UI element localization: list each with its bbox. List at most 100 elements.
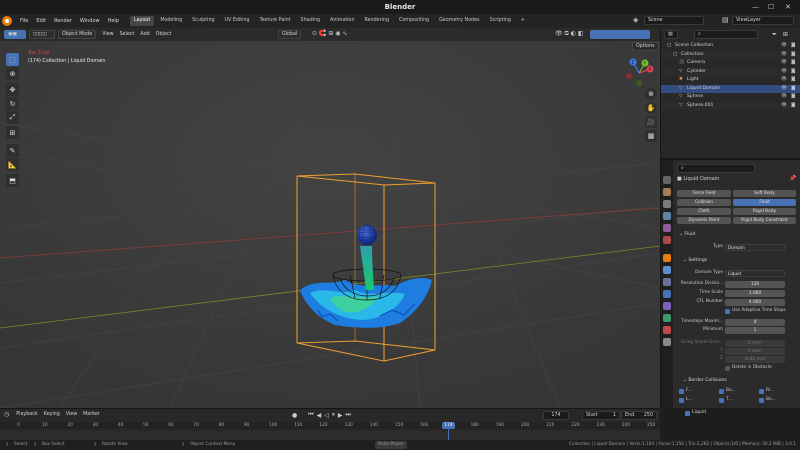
- search-properties-input[interactable]: ⌕: [677, 164, 755, 173]
- fluid-section-header[interactable]: ⌄ Fluid: [679, 232, 695, 237]
- navigation-gizmo[interactable]: X Y Z: [624, 58, 654, 88]
- tab-compositing[interactable]: Compositing: [395, 16, 433, 26]
- current-frame-field[interactable]: 174: [543, 411, 569, 420]
- scene-tab-icon[interactable]: [663, 224, 671, 232]
- timesteps-max-field[interactable]: 4: [725, 319, 785, 326]
- snap-mode-icons[interactable]: ◫◫◫: [29, 30, 55, 39]
- zoom-icon[interactable]: ⊕: [645, 88, 657, 100]
- resolution-field[interactable]: 120: [725, 281, 785, 288]
- cursor-tool-icon[interactable]: ⊕: [6, 67, 19, 80]
- 3d-viewport[interactable]: ▣▣ ◫◫◫ Object Mode View Select Add Objec…: [0, 28, 660, 408]
- scale-tool-icon[interactable]: ⤢: [6, 111, 19, 124]
- menu-file[interactable]: File: [16, 14, 32, 28]
- add-workspace-button[interactable]: +: [517, 16, 529, 26]
- object-mode-dropdown[interactable]: Object Mode: [58, 30, 97, 39]
- domain-type-dropdown[interactable]: Liquid: [725, 270, 785, 277]
- transform-orientation-dropdown[interactable]: Global: [278, 30, 302, 39]
- visibility-eye-icon[interactable]: 👁: [781, 85, 787, 93]
- minimize-icon[interactable]: —: [752, 3, 759, 11]
- overlay-icons[interactable]: 👁 ⧉ ◐ ◧: [555, 30, 584, 38]
- pin-icon[interactable]: 📌: [789, 175, 796, 182]
- transform-tool-icon[interactable]: ⊞: [6, 126, 19, 139]
- dynamic-paint-button[interactable]: Dynamic Paint: [677, 217, 731, 224]
- record-icon[interactable]: ●: [292, 412, 297, 419]
- end-frame-field[interactable]: End 250: [621, 411, 657, 420]
- timeline-editor-type-icon[interactable]: ◷: [4, 411, 9, 418]
- adaptive-timesteps-checkbox[interactable]: [725, 309, 730, 314]
- timesteps-min-field[interactable]: 1: [725, 327, 785, 334]
- visibility-eye-icon[interactable]: 👁: [781, 51, 787, 59]
- jump-end-icon[interactable]: ⏭: [346, 411, 351, 419]
- shading-mode-buttons[interactable]: [590, 30, 650, 39]
- close-icon[interactable]: ✕: [785, 3, 791, 11]
- start-frame-field[interactable]: Start 1: [582, 411, 620, 420]
- menu-help[interactable]: Help: [104, 14, 123, 28]
- frame-ruler[interactable]: [0, 422, 660, 429]
- timeline-track-area[interactable]: [0, 431, 660, 440]
- outliner-row[interactable]: ✺ Light 👁 ◙: [661, 76, 800, 84]
- liquid-section-header[interactable]: Liquid: [692, 410, 706, 415]
- world-tab-icon[interactable]: [663, 236, 671, 244]
- tab-shading[interactable]: Shading: [297, 16, 325, 26]
- border-collision-checkbox[interactable]: [679, 389, 684, 394]
- constraints-tab-icon[interactable]: [663, 302, 671, 310]
- border-collision-checkbox[interactable]: [759, 389, 764, 394]
- measure-tool-icon[interactable]: 📐: [6, 158, 19, 171]
- menu-view-timeline[interactable]: View: [63, 412, 80, 417]
- render-camera-icon[interactable]: ◙: [791, 76, 795, 84]
- tab-texture-paint[interactable]: Texture Paint: [256, 16, 295, 26]
- maximize-icon[interactable]: ☐: [768, 3, 774, 11]
- tab-uv-editing[interactable]: UV Editing: [221, 16, 254, 26]
- select-mode-icons[interactable]: ▣▣: [4, 30, 26, 39]
- menu-playback[interactable]: Playback: [13, 412, 40, 417]
- anim-player-badge[interactable]: Anim Player: [375, 441, 407, 449]
- tab-modeling[interactable]: Modeling: [156, 16, 186, 26]
- outliner-row[interactable]: ▢ Scene Collection 👁 ◙: [661, 42, 800, 50]
- border-collision-checkbox[interactable]: [719, 398, 724, 403]
- render-camera-icon[interactable]: ◙: [791, 102, 795, 110]
- select-tool-icon[interactable]: ⬚: [6, 53, 19, 66]
- visibility-eye-icon[interactable]: 👁: [781, 68, 787, 76]
- perspective-toggle-icon[interactable]: ▦: [645, 130, 657, 142]
- menu-window[interactable]: Window: [76, 14, 104, 28]
- outliner-display-mode[interactable]: ▤: [664, 30, 678, 39]
- move-tool-icon[interactable]: ✥: [6, 83, 19, 96]
- modifiers-tab-icon[interactable]: [663, 266, 671, 274]
- border-collision-checkbox[interactable]: [679, 398, 684, 403]
- new-collection-icon[interactable]: ⊞: [783, 31, 788, 38]
- playhead-frame-badge[interactable]: 174: [442, 422, 455, 429]
- view-layer-selector[interactable]: ViewLayer: [732, 16, 794, 25]
- menu-select[interactable]: Select: [117, 32, 138, 37]
- cloth-button[interactable]: Cloth: [677, 208, 731, 215]
- outliner-row[interactable]: ▢ Collection 👁 ◙: [661, 50, 800, 59]
- physics-tab-icon[interactable]: [663, 290, 671, 298]
- border-collisions-header[interactable]: ⌄ Border Collisions: [683, 378, 727, 383]
- menu-render[interactable]: Render: [50, 14, 76, 28]
- menu-add[interactable]: Add: [137, 32, 152, 37]
- annotate-tool-icon[interactable]: ✎: [6, 144, 19, 157]
- type-dropdown[interactable]: Domain: [725, 244, 785, 251]
- menu-edit[interactable]: Edit: [32, 14, 50, 28]
- pause-icon[interactable]: ⏸: [332, 411, 335, 419]
- visibility-eye-icon[interactable]: 👁: [781, 102, 787, 110]
- object-tab-icon[interactable]: [663, 254, 671, 262]
- filter-icon[interactable]: ⏷: [772, 31, 777, 39]
- play-reverse-icon[interactable]: ◁: [324, 412, 329, 419]
- sphere-emitter[interactable]: [356, 224, 378, 246]
- pan-hand-icon[interactable]: ✋: [645, 102, 657, 114]
- render-camera-icon[interactable]: ◙: [791, 85, 795, 93]
- render-camera-icon[interactable]: ◙: [791, 93, 795, 101]
- tab-rendering[interactable]: Rendering: [361, 16, 394, 26]
- outliner-row[interactable]: ▽ Liquid Domain 👁 ◙: [661, 84, 800, 93]
- view-layer-tab-icon[interactable]: [663, 212, 671, 220]
- delete-obstacle-checkbox[interactable]: [725, 366, 730, 371]
- outliner-row[interactable]: ▽ Sphere.001 👁 ◙: [661, 101, 800, 110]
- border-collision-checkbox[interactable]: [719, 389, 724, 394]
- next-key-icon[interactable]: ▶: [338, 412, 343, 419]
- blender-logo-icon[interactable]: [2, 16, 12, 26]
- menu-view[interactable]: View: [99, 32, 116, 37]
- tab-animation[interactable]: Animation: [326, 16, 358, 26]
- fluid-button[interactable]: Fluid: [733, 199, 796, 206]
- border-collision-checkbox[interactable]: [759, 398, 764, 403]
- menu-keying[interactable]: Keying: [41, 412, 63, 417]
